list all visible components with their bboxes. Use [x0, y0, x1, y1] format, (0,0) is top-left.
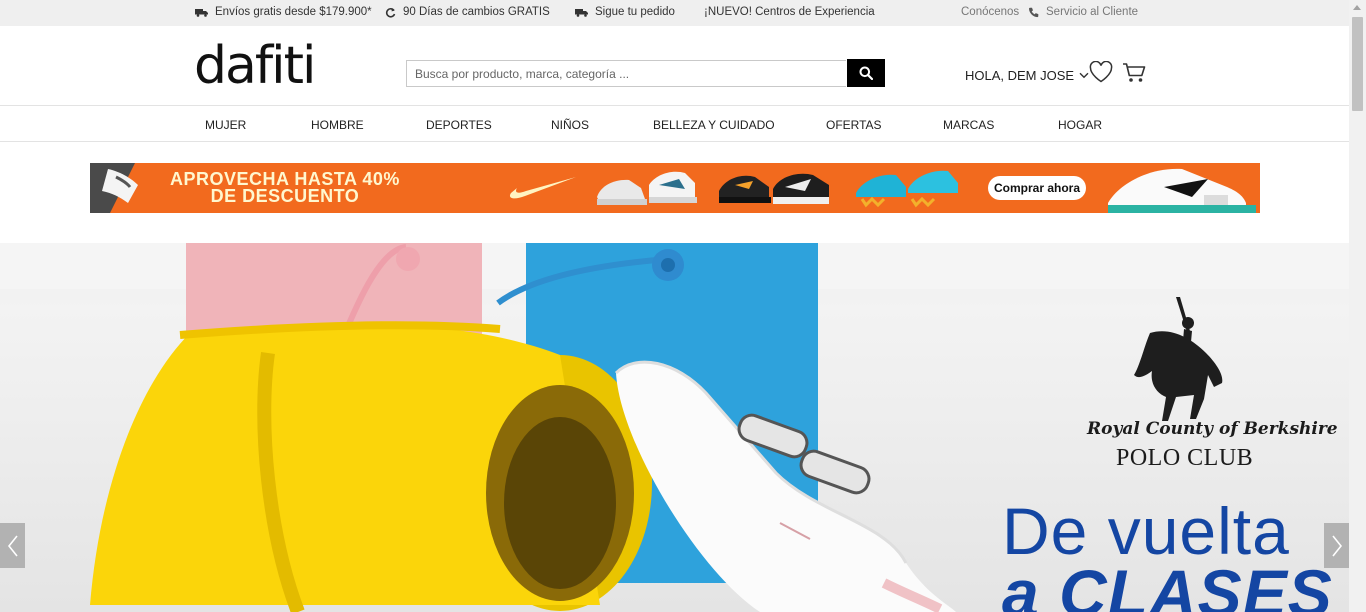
nike-swoosh-logo: [509, 177, 576, 199]
experience-centers-text: ¡NUEVO! Centros de Experiencia: [704, 6, 875, 18]
customer-service-text: Servicio al Cliente: [1046, 6, 1139, 18]
sneakers-white-image: [597, 171, 697, 205]
about-text: Conócenos: [961, 6, 1020, 18]
promo-banner[interactable]: APROVECHA HASTA 40% DE DESCUENTO Comprar…: [90, 163, 1260, 213]
chevron-left-icon: [7, 535, 18, 556]
chevron-down-icon: [1079, 72, 1089, 79]
sneaker-teal-image: [1108, 168, 1256, 213]
brand-name: POLO CLUB: [1116, 445, 1254, 471]
hero-carousel[interactable]: Royal County of Berkshire POLO CLUB De v…: [0, 243, 1349, 612]
carousel-next-button[interactable]: [1324, 523, 1349, 568]
wishlist-button[interactable]: [1089, 60, 1113, 88]
dafiti-logo[interactable]: dafiti: [194, 36, 316, 96]
nav-item-belleza[interactable]: BELLEZA Y CUIDADO: [653, 118, 775, 132]
football-boots-image: [856, 170, 958, 208]
nav-item-mujer[interactable]: MUJER: [205, 118, 246, 132]
truck-icon: [195, 8, 208, 17]
returns-link[interactable]: 90 Días de cambios GRATIS: [385, 6, 550, 18]
truck-icon: [575, 8, 588, 17]
shoe-image: [90, 163, 138, 213]
shop-now-button[interactable]: Comprar ahora: [988, 176, 1086, 200]
phone-icon: [1029, 7, 1039, 17]
free-shipping-text: Envíos gratis desde $179.900*: [215, 6, 372, 18]
free-shipping-link[interactable]: Envíos gratis desde $179.900*: [195, 6, 372, 18]
scrollbar-thumb[interactable]: [1352, 17, 1363, 111]
promo-line-2: DE DESCUENTO: [210, 186, 360, 206]
nav-item-ofertas[interactable]: OFERTAS: [826, 118, 882, 132]
brand-tagline: Royal County of Berkshire: [1087, 419, 1338, 439]
search-input[interactable]: [407, 61, 846, 86]
nav-item-hogar[interactable]: HOGAR: [1058, 118, 1102, 132]
hero-headline-2: a CLASES: [1002, 556, 1333, 612]
cart-button[interactable]: [1122, 62, 1146, 89]
track-order-text: Sigue tu pedido: [595, 6, 675, 18]
nav-item-marcas[interactable]: MARCAS: [943, 118, 994, 132]
cart-icon: [1123, 63, 1146, 82]
main-navigation: MUJER HOMBRE DEPORTES NIÑOS BELLEZA Y CU…: [0, 105, 1349, 142]
nav-item-hombre[interactable]: HOMBRE: [311, 118, 364, 132]
refresh-icon: [385, 7, 396, 18]
top-utility-bar: Envíos gratis desde $179.900* 90 Días de…: [0, 0, 1349, 26]
nav-item-deportes[interactable]: DEPORTES: [426, 118, 492, 132]
search-button[interactable]: [847, 59, 885, 87]
scroll-up-arrow[interactable]: [1353, 5, 1361, 10]
page-scrollbar[interactable]: [1349, 0, 1366, 612]
carousel-prev-button[interactable]: [0, 523, 25, 568]
sneakers-black-image: [719, 173, 829, 204]
track-order-link[interactable]: Sigue tu pedido: [575, 6, 675, 18]
about-link[interactable]: Conócenos: [961, 6, 1019, 18]
search-icon: [859, 66, 873, 80]
account-menu[interactable]: HOLA, DEM JOSE: [965, 68, 1089, 83]
nav-item-ninos[interactable]: NIÑOS: [551, 118, 589, 132]
search-box: [406, 60, 846, 87]
customer-service-link[interactable]: Servicio al Cliente: [1028, 6, 1138, 18]
experience-centers-link[interactable]: ¡NUEVO! Centros de Experiencia: [704, 6, 875, 18]
chevron-right-icon: [1331, 535, 1342, 556]
returns-text: 90 Días de cambios GRATIS: [403, 6, 550, 18]
heart-icon: [1089, 60, 1113, 83]
user-greeting: HOLA, DEM JOSE: [965, 68, 1075, 83]
promo-headline: APROVECHA HASTA 40% DE DESCUENTO: [170, 170, 400, 206]
